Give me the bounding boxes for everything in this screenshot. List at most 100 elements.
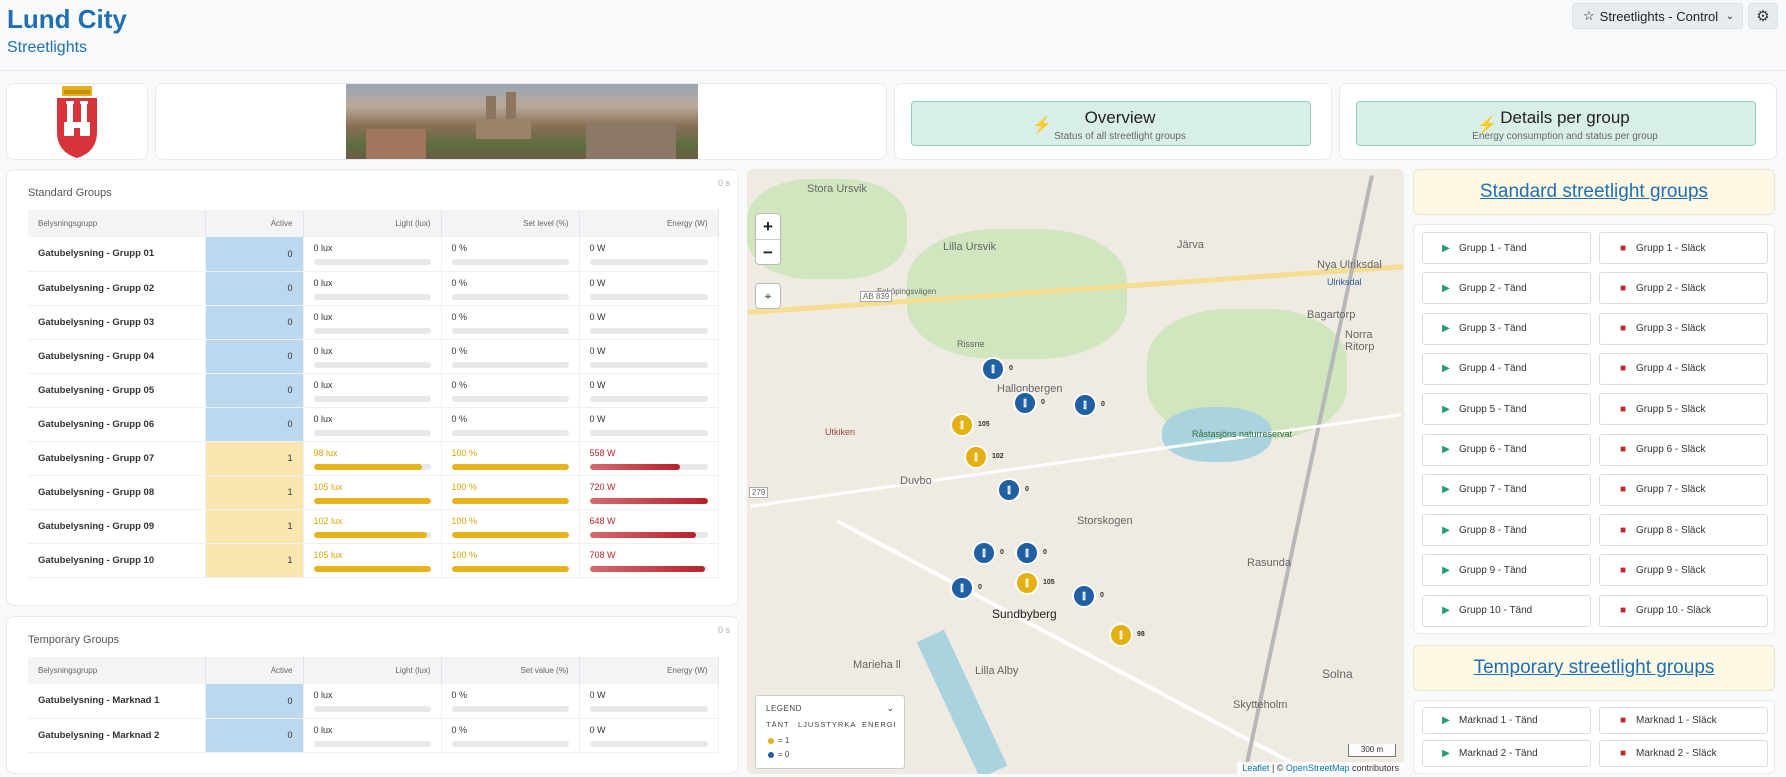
group-name: Gatubelysning - Marknad 2 bbox=[28, 718, 206, 753]
turn-off-button[interactable]: ■ Grupp 6 - Släck bbox=[1599, 433, 1768, 466]
turn-off-button[interactable]: ■ Grupp 5 - Släck bbox=[1599, 393, 1768, 426]
turn-off-button[interactable]: ■ Marknad 2 - Släck bbox=[1599, 740, 1768, 767]
streetlight-marker[interactable]: ⫾ bbox=[1013, 391, 1037, 415]
streetlight-marker[interactable]: ⫾ bbox=[950, 576, 974, 600]
level-value: 100 % bbox=[451, 447, 478, 458]
streetlight-marker[interactable]: ⫾ bbox=[972, 541, 996, 565]
turn-on-button[interactable]: ▶ Grupp 6 - Tänd bbox=[1422, 433, 1591, 466]
column-header[interactable]: Energy (W) bbox=[579, 210, 719, 237]
energy-value: 708 W bbox=[589, 549, 616, 560]
streetlight-marker[interactable]: ⫾ bbox=[1073, 393, 1097, 417]
standard-streetlight-groups-link[interactable]: Standard streetlight groups bbox=[1413, 169, 1775, 215]
turn-on-button[interactable]: ▶ Grupp 3 - Tänd bbox=[1422, 312, 1591, 345]
play-icon: ▶ bbox=[1442, 484, 1450, 496]
active-value: 1 bbox=[205, 441, 304, 476]
streetlight-marker[interactable]: ⫾ bbox=[1072, 584, 1096, 608]
energy-value: 720 W bbox=[589, 481, 616, 492]
column-header[interactable]: Light (lux) bbox=[303, 210, 442, 237]
gear-icon: ⚙ bbox=[1756, 8, 1770, 25]
light-cell: 0 lux bbox=[304, 408, 441, 436]
streetlight-marker[interactable]: ⫾ bbox=[1015, 571, 1039, 595]
turn-on-button[interactable]: ▶ Grupp 4 - Tänd bbox=[1422, 352, 1591, 385]
button-label: Grupp 1 - Tänd bbox=[1459, 242, 1527, 254]
turn-off-button[interactable]: ■ Grupp 10 - Släck bbox=[1599, 594, 1768, 627]
temporary-streetlight-groups-link[interactable]: Temporary streetlight groups bbox=[1413, 645, 1775, 691]
column-header[interactable]: Belysningsgrupp bbox=[28, 210, 206, 237]
column-header[interactable]: Set value (%) bbox=[441, 657, 580, 684]
streetlight-marker[interactable]: ⫾ bbox=[1015, 541, 1039, 565]
streetlight-marker[interactable]: ⫾ bbox=[997, 478, 1021, 502]
table-row: Gatubelysning - Grupp 09 1 102 lux 100 % 648… bbox=[28, 509, 719, 544]
column-header[interactable]: Energy (W) bbox=[579, 657, 719, 684]
turn-off-button[interactable]: ■ Grupp 9 - Släck bbox=[1599, 554, 1768, 587]
overview-card: ⚡ Overview Status of all streetlight gro… bbox=[894, 83, 1332, 160]
turn-on-button[interactable]: ▶ Grupp 2 - Tänd bbox=[1422, 272, 1591, 305]
turn-off-button[interactable]: ■ Grupp 1 - Släck bbox=[1599, 232, 1768, 264]
streetlight-marker[interactable]: ⫾ bbox=[950, 413, 974, 437]
map-label: Marieha ll bbox=[853, 659, 901, 671]
button-label: Marknad 1 - Släck bbox=[1636, 715, 1717, 726]
streetlight-marker[interactable]: ⫾ bbox=[964, 445, 988, 469]
details-card: ⚡ Details per group Energy consumption a… bbox=[1339, 83, 1777, 160]
turn-on-button[interactable]: ▶ Marknad 2 - Tänd bbox=[1422, 740, 1591, 767]
light-cell: 105 lux bbox=[304, 476, 441, 504]
turn-on-button[interactable]: ▶ Grupp 1 - Tänd bbox=[1422, 232, 1591, 264]
map-label: Rissne bbox=[957, 339, 985, 349]
button-label: Grupp 1 - Släck bbox=[1636, 242, 1706, 254]
column-header[interactable]: Active bbox=[205, 210, 304, 237]
turn-off-button[interactable]: ■ Grupp 2 - Släck bbox=[1599, 272, 1768, 305]
details-per-group-button[interactable]: ⚡ Details per group Energy consumption a… bbox=[1356, 101, 1756, 146]
streetlight-map[interactable]: Stora Ursvik Lilla Ursvik Järva Nya Ulri… bbox=[747, 169, 1404, 774]
turn-on-button[interactable]: ▶ Marknad 1 - Tänd bbox=[1422, 707, 1591, 734]
energy-cell: 708 W bbox=[580, 544, 718, 572]
dashboard-selector[interactable]: ☆ Streetlights - Control ⌄ bbox=[1572, 3, 1743, 29]
energy-cell: 558 W bbox=[580, 442, 718, 470]
button-label: Grupp 7 - Tänd bbox=[1459, 484, 1527, 496]
light-bar bbox=[313, 327, 431, 334]
turn-on-button[interactable]: ▶ Grupp 9 - Tänd bbox=[1422, 554, 1591, 587]
map-river bbox=[916, 629, 1008, 774]
turn-on-button[interactable]: ▶ Grupp 5 - Tänd bbox=[1422, 393, 1591, 426]
osm-link[interactable]: OpenStreetMap bbox=[1286, 763, 1350, 773]
zoom-in-button[interactable]: + bbox=[756, 214, 780, 240]
temporary-groups-card: Temporary Groups 0 s Belysningsgrupp Acti… bbox=[6, 616, 739, 774]
level-bar-fill bbox=[451, 463, 569, 470]
level-value: 0 % bbox=[451, 277, 468, 288]
stop-icon: ■ bbox=[1619, 524, 1627, 536]
energy-bar-fill bbox=[589, 463, 681, 470]
column-header[interactable]: Active bbox=[205, 657, 304, 684]
energy-bar-fill bbox=[589, 531, 696, 538]
column-header[interactable]: Set level (%) bbox=[441, 210, 580, 237]
standard-groups-table: Belysningsgrupp Active Light (lux) Set leve… bbox=[28, 210, 719, 578]
stop-icon: ■ bbox=[1619, 748, 1627, 759]
button-label: Grupp 3 - Släck bbox=[1636, 323, 1706, 335]
turn-off-button[interactable]: ■ Grupp 8 - Släck bbox=[1599, 514, 1768, 547]
map-legend[interactable]: LEGEND ⌄ TÄNT LJUSSTYRKA ENERGI = 1 = 0 bbox=[755, 695, 905, 769]
streetlight-marker[interactable]: ⫾ bbox=[1109, 623, 1133, 647]
play-icon: ▶ bbox=[1442, 282, 1450, 294]
light-bar bbox=[313, 361, 431, 368]
button-label: Grupp 3 - Tänd bbox=[1459, 323, 1527, 335]
column-header[interactable]: Belysningsgrupp bbox=[28, 657, 206, 684]
turn-off-button[interactable]: ■ Grupp 3 - Släck bbox=[1599, 312, 1768, 345]
attribution-sep: | © bbox=[1269, 763, 1286, 773]
map-label: Solna bbox=[1322, 667, 1353, 681]
group-name: Gatubelysning - Grupp 01 bbox=[28, 237, 206, 272]
settings-button[interactable]: ⚙ bbox=[1748, 3, 1778, 29]
turn-on-button[interactable]: ▶ Grupp 8 - Tänd bbox=[1422, 514, 1591, 547]
map-label: Bagartorp bbox=[1307, 309, 1356, 321]
chevron-down-icon[interactable]: ⌄ bbox=[886, 703, 894, 714]
turn-off-button[interactable]: ■ Grupp 4 - Släck bbox=[1599, 352, 1768, 385]
turn-on-button[interactable]: ▶ Grupp 7 - Tänd bbox=[1422, 473, 1591, 506]
overview-button[interactable]: ⚡ Overview Status of all streetlight gro… bbox=[911, 101, 1311, 146]
streetlight-marker[interactable]: ⫾ bbox=[981, 357, 1005, 381]
turn-off-button[interactable]: ■ Grupp 7 - Släck bbox=[1599, 473, 1768, 506]
zoom-out-button[interactable]: − bbox=[756, 240, 780, 266]
level-cell: 0 % bbox=[442, 408, 579, 436]
leaflet-link[interactable]: Leaflet bbox=[1242, 763, 1269, 773]
locate-button[interactable]: ⌖ bbox=[755, 283, 781, 309]
table-row: Gatubelysning - Grupp 10 1 105 lux 100 % 708… bbox=[28, 543, 719, 578]
column-header[interactable]: Light (lux) bbox=[303, 657, 442, 684]
turn-on-button[interactable]: ▶ Grupp 10 - Tänd bbox=[1422, 594, 1591, 627]
turn-off-button[interactable]: ■ Marknad 1 - Släck bbox=[1599, 707, 1768, 734]
